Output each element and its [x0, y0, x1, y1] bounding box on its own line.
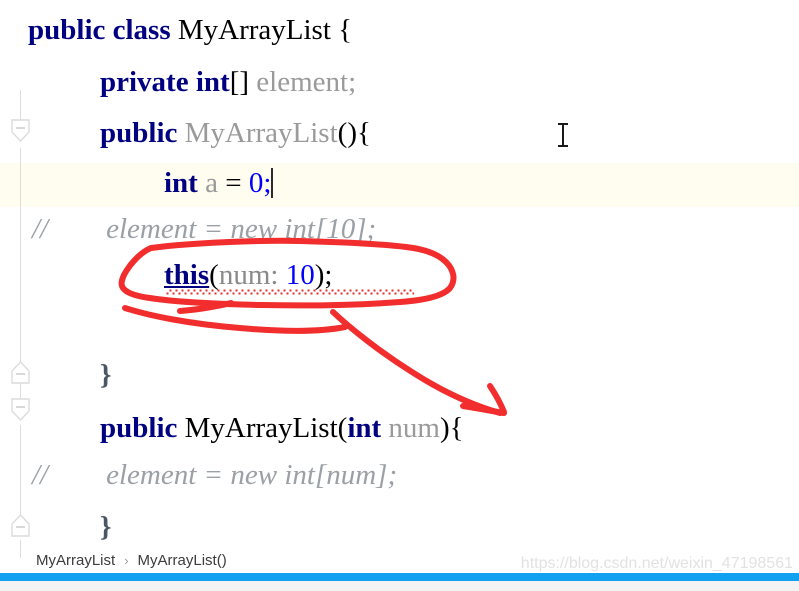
- code-line[interactable]: private int[] element;: [0, 60, 799, 104]
- bottom-accent-bar: [0, 573, 799, 581]
- code-token: (: [337, 412, 348, 444]
- code-line[interactable]: }: [0, 505, 799, 549]
- code-token: element = new int[10];: [48, 213, 377, 245]
- code-token: public: [100, 412, 178, 444]
- code-token: int: [195, 66, 230, 98]
- code-token: element = new int[num];: [48, 459, 398, 491]
- code-token: int: [347, 412, 382, 444]
- code-token: ;: [263, 167, 272, 199]
- code-token: MyArrayList: [184, 117, 338, 149]
- code-token: MyArrayList: [184, 412, 338, 444]
- bottom-strip: [0, 581, 799, 591]
- ibeam-mouse-cursor: [558, 123, 568, 147]
- code-token: 10: [285, 259, 315, 291]
- code-token: element: [256, 66, 349, 98]
- code-token: num: [388, 412, 440, 444]
- code-token: private: [100, 66, 189, 98]
- code-token: {: [449, 412, 464, 444]
- code-token: 0: [248, 167, 264, 199]
- code-token: []: [229, 66, 250, 98]
- code-token: }: [100, 359, 112, 391]
- code-line[interactable]: public MyArrayList(){: [0, 111, 799, 155]
- code-token: }: [100, 511, 112, 543]
- code-token: num:: [218, 259, 286, 291]
- watermark-url: https://blog.csdn.net/weixin_47198561: [520, 555, 793, 572]
- code-token: MyArrayList: [177, 14, 331, 46]
- code-line[interactable]: // element = new int[num];: [0, 453, 799, 497]
- code-token: public: [28, 14, 106, 46]
- code-line[interactable]: // element = new int[10];: [0, 207, 799, 251]
- code-token: ;: [324, 259, 333, 291]
- code-token: (): [337, 117, 357, 149]
- breadcrumb-item-method[interactable]: MyArrayList(): [138, 552, 227, 569]
- code-token: =: [225, 167, 242, 199]
- code-token: class: [112, 14, 171, 46]
- code-token: ): [439, 412, 450, 444]
- error-squiggle: [166, 289, 414, 295]
- code-area[interactable]: public class MyArrayList { private int[]…: [0, 0, 799, 560]
- code-line[interactable]: public MyArrayList(int num){: [0, 406, 799, 450]
- code-line[interactable]: public class MyArrayList {: [0, 8, 799, 52]
- text-caret: [271, 168, 274, 198]
- code-token: this: [164, 259, 210, 291]
- code-line[interactable]: }: [0, 353, 799, 397]
- code-line[interactable]: int a = 0;: [0, 161, 799, 205]
- comment-marker: //: [32, 213, 49, 245]
- code-token: ): [314, 259, 325, 291]
- breadcrumb-separator-icon: ›: [124, 552, 129, 568]
- breadcrumb-item-class[interactable]: MyArrayList: [36, 552, 115, 569]
- code-editor-window: public class MyArrayList { private int[]…: [0, 0, 799, 591]
- code-token: {: [356, 117, 371, 149]
- code-token: (: [209, 259, 219, 291]
- code-token: ;: [348, 66, 357, 98]
- code-token: public: [100, 117, 178, 149]
- code-token: int: [164, 167, 198, 199]
- comment-marker: //: [32, 459, 49, 491]
- code-token: a: [205, 167, 218, 199]
- code-token: {: [338, 14, 353, 46]
